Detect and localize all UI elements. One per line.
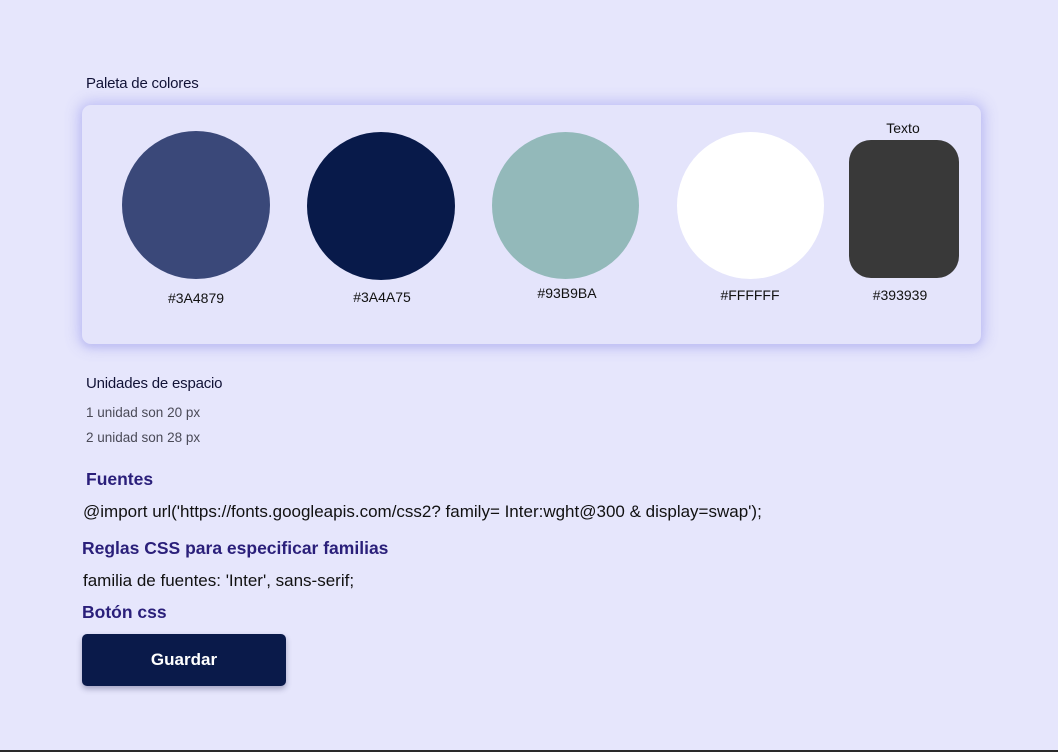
fonts-title: Fuentes	[86, 469, 154, 489]
font-import-line: @import url('https://fonts.googleapis.co…	[83, 502, 762, 521]
css-rules-line: familia de fuentes: 'Inter', sans-serif;	[83, 571, 355, 590]
spacing-line-2: 2 unidad son 28 px	[86, 430, 201, 445]
save-button[interactable]: Guardar	[82, 634, 286, 686]
button-css-title: Botón css	[82, 602, 167, 622]
color-swatch-3	[492, 132, 639, 279]
color-swatch-label-4: #FFFFFF	[720, 287, 780, 303]
color-swatch-2	[307, 132, 455, 280]
color-swatch-label-2: #3A4A75	[353, 289, 411, 305]
color-swatch-4	[677, 132, 824, 279]
spacing-line-1: 1 unidad son 20 px	[86, 405, 201, 420]
spacing-title: Unidades de espacio	[86, 375, 223, 392]
palette-title: Paleta de colores	[86, 75, 199, 92]
color-swatch-1	[122, 131, 270, 279]
text-color-swatch	[849, 140, 959, 278]
text-swatch-caption: Texto	[886, 120, 920, 136]
css-rules-title: Reglas CSS para especificar familias	[82, 538, 389, 558]
save-button-label: Guardar	[150, 650, 218, 669]
color-swatch-label-3: #93B9BA	[537, 285, 597, 301]
color-swatch-label-1: #3A4879	[167, 290, 225, 306]
text-swatch-label: #393939	[872, 287, 928, 303]
palette-card: #3A4879 #3A4A75 #93B9BA #FFFFFF Texto #3…	[82, 105, 981, 344]
